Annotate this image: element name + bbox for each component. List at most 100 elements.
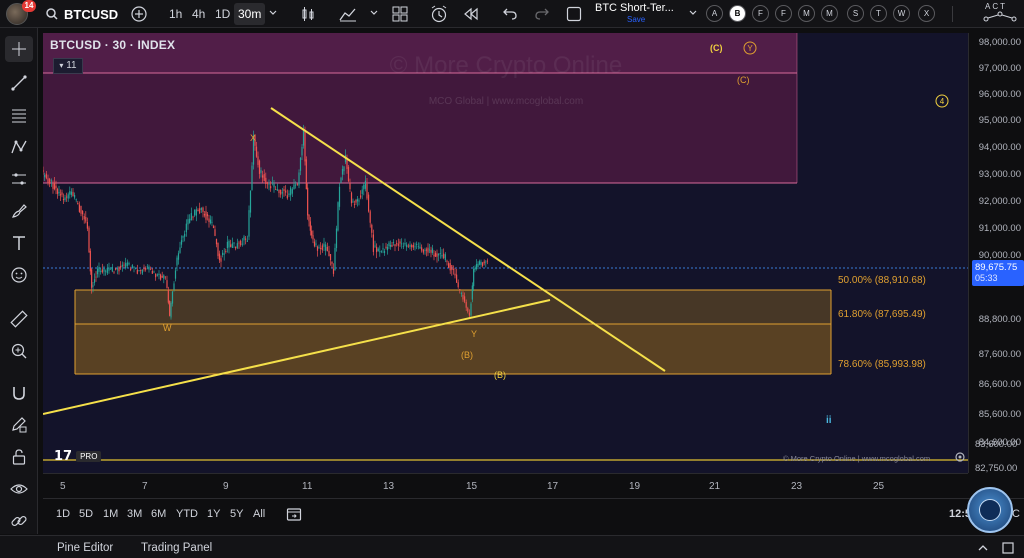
candle-body	[240, 240, 242, 246]
chevron-down-icon[interactable]	[269, 10, 277, 16]
candles-icon[interactable]	[300, 6, 316, 22]
magnet-tool[interactable]	[5, 380, 33, 406]
tab-pine-editor[interactable]: Pine Editor	[57, 542, 113, 554]
range-6m[interactable]: 6M	[151, 508, 166, 520]
lock-tool[interactable]	[5, 444, 33, 470]
chart-pane[interactable]: © More Crypto Online MCO Global | www.mc…	[43, 33, 968, 473]
chevron-down-icon[interactable]	[370, 10, 378, 16]
prediction-tool[interactable]	[5, 166, 33, 192]
layout-square-icon[interactable]	[566, 6, 582, 22]
lock-drawings-tool[interactable]	[5, 412, 33, 438]
candle-body	[399, 241, 401, 244]
candle-body	[245, 238, 247, 240]
visibility-tool[interactable]	[5, 476, 33, 502]
range-1y[interactable]: 1Y	[207, 508, 220, 520]
candle-body	[401, 243, 403, 245]
crosshair-tool[interactable]	[5, 36, 33, 62]
undo-icon[interactable]	[502, 6, 518, 22]
candle-body	[56, 188, 59, 194]
candle-body	[302, 129, 305, 146]
trendline-tool[interactable]	[5, 70, 33, 96]
candle-body	[325, 244, 327, 251]
redo-icon[interactable]	[534, 6, 550, 22]
add-symbol-icon[interactable]	[131, 6, 147, 22]
wave-btn-t[interactable]: T	[870, 5, 887, 22]
wave-btn-f1[interactable]: F	[752, 5, 769, 22]
wave-btn-f2[interactable]: F	[775, 5, 792, 22]
goto-date-icon[interactable]	[286, 506, 302, 522]
emoji-tool[interactable]	[5, 262, 33, 288]
tradingview-logo[interactable]: 17 PRO	[54, 449, 102, 464]
candle-body	[349, 183, 351, 190]
range-1m[interactable]: 1M	[103, 508, 118, 520]
layout-name[interactable]: BTC Short-Ter...	[595, 2, 674, 14]
network-icon[interactable]	[982, 11, 1018, 23]
range-5d[interactable]: 5D	[79, 508, 93, 520]
candle-body	[222, 252, 224, 255]
fib-tool[interactable]	[5, 102, 33, 128]
replay-icon[interactable]	[463, 6, 479, 22]
indicator-count-toggle[interactable]: ▾ 11	[53, 58, 83, 74]
interval-4h[interactable]: 4h	[188, 3, 209, 25]
candle-body	[361, 189, 363, 194]
indicator-count: 11	[66, 60, 77, 71]
interval-30m[interactable]: 30m	[234, 3, 266, 25]
wave-btn-a[interactable]: A	[706, 5, 723, 22]
price-label: 91,000.00	[978, 223, 1021, 234]
wave-btn-s[interactable]: S	[847, 5, 864, 22]
candle-body	[236, 243, 238, 248]
layout-save-link[interactable]: Save	[627, 15, 645, 24]
layout-grid-icon[interactable]	[392, 6, 408, 22]
candle-body	[360, 195, 362, 198]
symbol-search[interactable]: BTCUSD	[46, 3, 118, 25]
candle-body	[116, 268, 118, 270]
chart-legend-title[interactable]: BTCUSD · 30 · INDEX	[50, 38, 175, 52]
candle-body	[192, 216, 194, 218]
candle-body	[176, 257, 178, 266]
price-label-bottom: 82,750.00	[975, 463, 1018, 474]
price-axis[interactable]: 98,000.00 97,000.00 96,000.00 95,000.00 …	[968, 33, 1024, 473]
brush-tool[interactable]	[5, 198, 33, 224]
interval-1d[interactable]: 1D	[211, 3, 234, 25]
candle-body	[311, 230, 313, 236]
range-5y[interactable]: 5Y	[230, 508, 243, 520]
alert-clock-icon[interactable]	[430, 5, 448, 23]
candle-body	[485, 261, 487, 263]
ruler-tool[interactable]	[5, 306, 33, 332]
wave-btn-m1[interactable]: M	[798, 5, 815, 22]
tab-trading-panel[interactable]: Trading Panel	[141, 542, 212, 554]
wave-btn-x[interactable]: X	[918, 5, 935, 22]
candle-body	[91, 269, 93, 288]
maximize-icon[interactable]	[1002, 542, 1014, 554]
wave-btn-b[interactable]: B	[729, 5, 746, 22]
candle-body	[145, 267, 147, 270]
zoom-tool[interactable]	[5, 338, 33, 364]
indicators-icon[interactable]	[339, 6, 357, 22]
settings-gear-icon[interactable]	[954, 451, 966, 463]
top-toolbar: 14 BTCUSD 1h 4h 1D 30m BTC Short-Ter... …	[0, 0, 1024, 28]
pattern-tool[interactable]	[5, 134, 33, 160]
time-label: 9	[223, 481, 229, 492]
timezone-label[interactable]: C	[1012, 508, 1020, 520]
text-tool[interactable]	[5, 230, 33, 256]
range-ytd[interactable]: YTD	[176, 508, 198, 520]
time-axis[interactable]: 5 7 9 11 13 15 17 19 21 23 25	[43, 473, 968, 497]
wave-label-c-top: (C)	[710, 43, 723, 53]
wave-btn-m2[interactable]: M	[821, 5, 838, 22]
candle-body	[416, 243, 418, 245]
chevron-up-icon[interactable]	[978, 544, 988, 551]
candle-body	[371, 224, 373, 233]
candle-body	[82, 210, 84, 215]
candle-body	[66, 196, 68, 198]
price-chart[interactable]: © More Crypto Online MCO Global | www.mc…	[43, 33, 968, 473]
chevron-down-icon[interactable]	[689, 10, 697, 16]
candle-body	[298, 172, 300, 186]
candle-body	[270, 186, 272, 189]
range-all[interactable]: All	[253, 508, 265, 520]
range-1d[interactable]: 1D	[56, 508, 70, 520]
range-3m[interactable]: 3M	[127, 508, 142, 520]
wave-label-c-right: (C)	[737, 75, 750, 85]
link-tool[interactable]	[5, 508, 33, 534]
interval-1h[interactable]: 1h	[165, 3, 186, 25]
wave-btn-w[interactable]: W	[893, 5, 910, 22]
